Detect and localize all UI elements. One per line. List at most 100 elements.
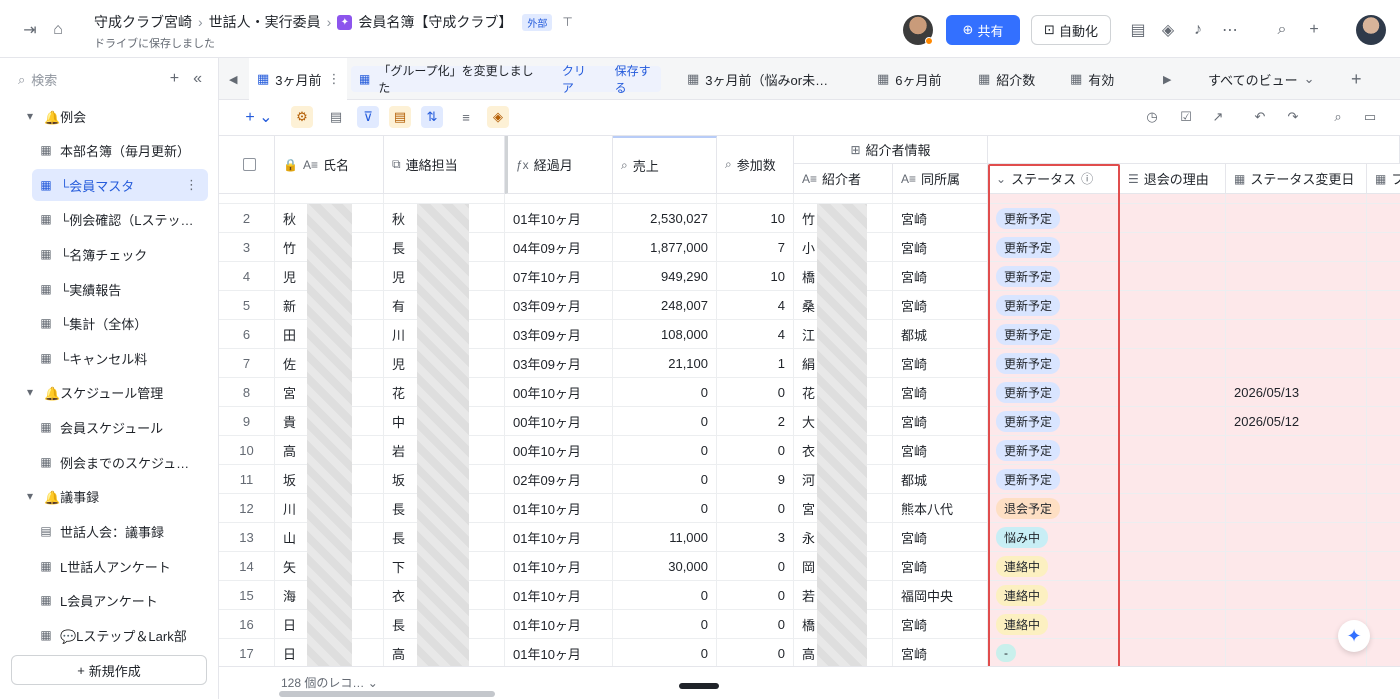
row-height-icon[interactable]: ≡	[455, 106, 477, 128]
cell-sales[interactable]: 0	[613, 378, 717, 407]
cell-extra[interactable]	[1367, 552, 1400, 581]
sidebar-item-member-master[interactable]: ▦ └会員マスタ ⋮	[32, 169, 208, 201]
settings-icon[interactable]: ⚙	[291, 106, 313, 128]
cell-reason[interactable]	[1120, 610, 1226, 639]
cell-extra[interactable]	[1367, 233, 1400, 262]
sidebar-item-summary[interactable]: ▦ └集計（全体）	[0, 307, 219, 339]
table-row[interactable]: 6 田川 03年09ヶ月 108,000 4 江都城 更新予定	[219, 320, 1400, 349]
group-icon[interactable]: ▤	[389, 106, 411, 128]
info-icon[interactable]: ⓘ	[1081, 170, 1093, 187]
pin-icon[interactable]: ⊤	[562, 15, 572, 29]
cell-extra[interactable]	[1367, 610, 1400, 639]
sidebar-item-sewanin-survey[interactable]: ▦ L世話人アンケート	[0, 550, 219, 582]
more-vertical-icon[interactable]: ⋮	[328, 71, 341, 87]
table-row[interactable]: 17 日高 01年10ヶ月 0 0 高宮崎 -	[219, 639, 1400, 666]
cell-months[interactable]: 01年10ヶ月	[505, 639, 613, 666]
col-header-status-date[interactable]: ▦ ステータス変更日	[1226, 164, 1367, 194]
cell-sales[interactable]: 0	[613, 639, 717, 666]
cell-extra[interactable]	[1367, 320, 1400, 349]
ai-assistant-icon[interactable]: ✦	[1338, 620, 1370, 652]
cell-attend[interactable]: 0	[717, 378, 794, 407]
cell-sales[interactable]: 2,530,027	[613, 204, 717, 233]
cell-attend[interactable]: 0	[717, 610, 794, 639]
select-all-checkbox[interactable]	[219, 136, 275, 194]
find-icon[interactable]: ⌕	[1327, 106, 1349, 128]
form-icon[interactable]: ▤	[1126, 18, 1150, 42]
cell-status-date[interactable]	[1226, 523, 1367, 552]
table-row[interactable]: 2 秋秋 01年10ヶ月 2,530,027 10 竹宮崎 更新予定	[219, 204, 1400, 233]
cell-months[interactable]: 00年10ヶ月	[505, 378, 613, 407]
cell-sales[interactable]: 248,007	[613, 291, 717, 320]
cell-reason[interactable]	[1120, 349, 1226, 378]
record-count[interactable]: 128 個のレコ… ⌄	[281, 674, 378, 691]
home-icon[interactable]: ⌂	[46, 18, 70, 42]
cell-reason[interactable]	[1120, 494, 1226, 523]
history-icon[interactable]: ◷	[1141, 106, 1163, 128]
cell-status[interactable]: 更新予定	[988, 407, 1120, 436]
cell-sales[interactable]: 21,100	[613, 349, 717, 378]
cell-reason[interactable]	[1120, 320, 1226, 349]
share-view-icon[interactable]: ↗	[1207, 106, 1229, 128]
cell-affiliation[interactable]: 宮崎	[893, 291, 988, 320]
col-header-status[interactable]: ⌄ ステータス ⓘ	[988, 164, 1120, 194]
cell-affiliation[interactable]: 熊本八代	[893, 494, 988, 523]
more-vertical-icon[interactable]: ⋮	[185, 177, 198, 193]
clear-button[interactable]: クリア	[562, 62, 597, 96]
cell-status-date[interactable]	[1226, 494, 1367, 523]
table-row[interactable]: 9 貴中 00年10ヶ月 0 2 大宮崎 更新予定 2026/05/12	[219, 407, 1400, 436]
drag-handle[interactable]	[679, 683, 719, 689]
cell-status[interactable]: 更新予定	[988, 378, 1120, 407]
cell-affiliation[interactable]: 宮崎	[893, 552, 988, 581]
cell-status-date[interactable]: 2026/05/12	[1226, 407, 1367, 436]
sidebar-item-member-survey[interactable]: ▦ L会員アンケート	[0, 584, 219, 616]
table-row[interactable]: 11 坂坂 02年09ヶ月 0 9 河都城 更新予定	[219, 465, 1400, 494]
cell-months[interactable]: 03年09ヶ月	[505, 349, 613, 378]
cell-status-date[interactable]	[1226, 436, 1367, 465]
cell-extra[interactable]	[1367, 465, 1400, 494]
col-header-name[interactable]: 🔒 A≡ 氏名	[275, 136, 384, 194]
cell-affiliation[interactable]: 福岡中央	[893, 581, 988, 610]
bell-icon[interactable]: ♪	[1186, 18, 1210, 42]
cell-sales[interactable]: 0	[613, 494, 717, 523]
cell-status[interactable]: 退会予定	[988, 494, 1120, 523]
tab-valid[interactable]: ▦ 有効	[1070, 58, 1114, 100]
cell-sales[interactable]: 1,877,000	[613, 233, 717, 262]
cell-status[interactable]: 更新予定	[988, 262, 1120, 291]
cell-reason[interactable]	[1120, 581, 1226, 610]
user-avatar[interactable]	[1356, 15, 1386, 45]
cell-status-date[interactable]	[1226, 291, 1367, 320]
cell-status[interactable]: 更新予定	[988, 465, 1120, 494]
cell-status-date[interactable]	[1226, 552, 1367, 581]
sidebar-item-cancel-fee[interactable]: ▦ └キャンセル料	[0, 342, 219, 374]
collapse-icon[interactable]: «	[193, 70, 202, 88]
col-header-reason[interactable]: ☰ 退会の理由	[1120, 164, 1226, 194]
undo-icon[interactable]: ↶	[1249, 106, 1271, 128]
cell-attend[interactable]: 9	[717, 465, 794, 494]
cell-attend[interactable]: 7	[717, 233, 794, 262]
cell-extra[interactable]	[1367, 581, 1400, 610]
cell-status[interactable]: -	[988, 639, 1120, 666]
tab-referrals[interactable]: ▦ 紹介数	[978, 58, 1035, 100]
cell-months[interactable]: 01年10ヶ月	[505, 581, 613, 610]
cell-months[interactable]: 04年09ヶ月	[505, 233, 613, 262]
page-title[interactable]: 会員名簿【守成クラブ】	[358, 12, 512, 32]
plus-icon[interactable]: +	[1302, 18, 1326, 42]
cell-months[interactable]: 03年09ヶ月	[505, 291, 613, 320]
new-create-button[interactable]: + 新規作成	[11, 655, 207, 685]
sidebar-item-reikai-schedule[interactable]: ▦ 例会までのスケジュ…	[0, 446, 219, 478]
add-view-icon[interactable]: +	[1351, 58, 1362, 100]
cell-reason[interactable]	[1120, 523, 1226, 552]
cell-status-date[interactable]	[1226, 581, 1367, 610]
cell-reason[interactable]	[1120, 378, 1226, 407]
save-view-button[interactable]: 保存する	[615, 62, 661, 96]
cell-attend[interactable]: 3	[717, 523, 794, 552]
cell-sales[interactable]: 11,000	[613, 523, 717, 552]
cell-months[interactable]: 03年09ヶ月	[505, 320, 613, 349]
cell-sales[interactable]: 949,290	[613, 262, 717, 291]
plugin-icon[interactable]: ◈	[1156, 18, 1180, 42]
col-header-sales[interactable]: ⌕ 売上	[613, 136, 717, 194]
cell-reason[interactable]	[1120, 204, 1226, 233]
cell-extra[interactable]	[1367, 407, 1400, 436]
cell-status[interactable]: 更新予定	[988, 291, 1120, 320]
cell-reason[interactable]	[1120, 262, 1226, 291]
